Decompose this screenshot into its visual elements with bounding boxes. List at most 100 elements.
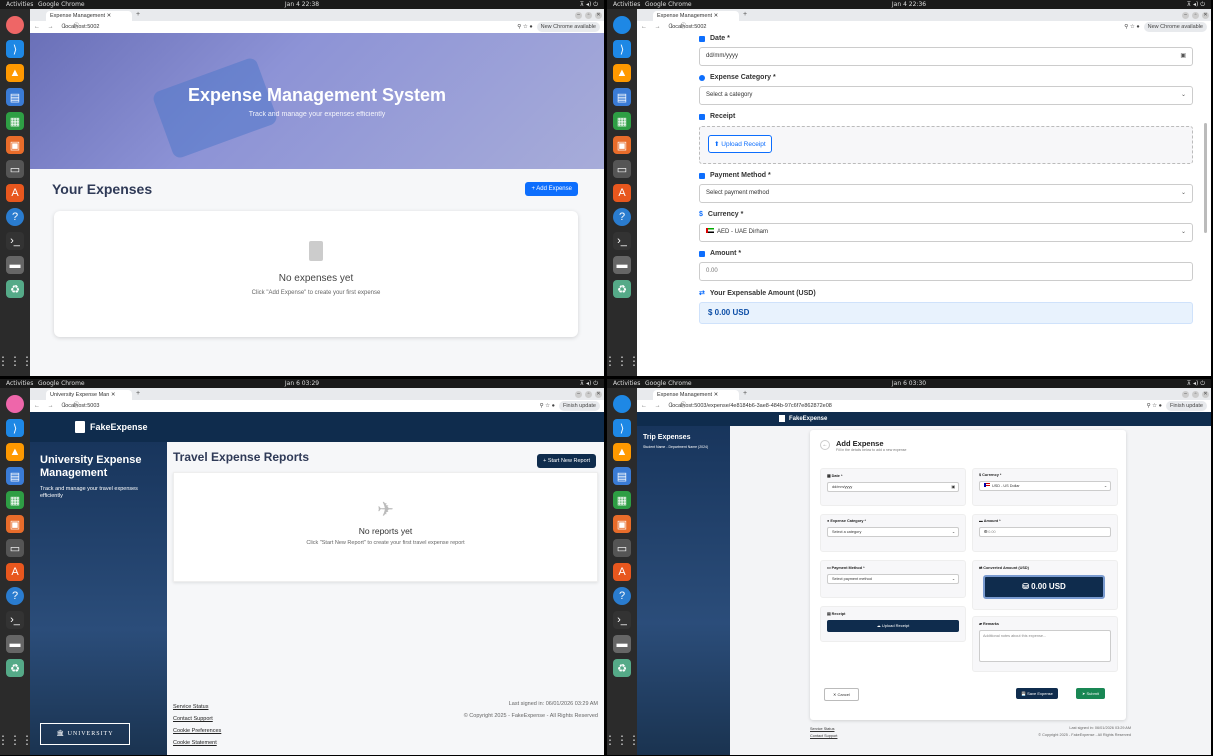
back-arrow-icon[interactable]: ← [820,440,830,450]
close-button[interactable]: ✕ [595,391,602,398]
maximize-button[interactable]: ▫ [1192,391,1199,398]
disk-icon[interactable]: ▬ [613,256,631,274]
payment-select[interactable]: Select payment method ⌄ [827,574,959,584]
tray-icons[interactable]: ⊼ ◂) ⏻ [1187,379,1205,388]
browser-tab[interactable]: Expense Management ✕ [46,11,132,21]
new-tab-button[interactable]: + [743,11,747,18]
browser-tab[interactable]: Expense Management ✕ [653,11,739,21]
update-button[interactable]: Finish update [1165,401,1207,411]
calendar-picker-icon[interactable]: ▣ [951,483,955,491]
vscode-icon[interactable]: ⟩ [6,419,24,437]
amount-input[interactable]: ⛃ 0.00 [979,527,1111,537]
scrollbar[interactable] [1204,123,1207,233]
chrome-icon[interactable] [613,16,631,34]
terminal-icon[interactable]: ›_ [613,232,631,250]
star-icon[interactable]: ☆ [523,24,528,30]
app-grid-icon[interactable]: ⋮⋮⋮ [607,731,640,749]
payment-select[interactable]: Select payment method ⌄ [699,184,1193,203]
calc-icon[interactable]: ▦ [6,112,24,130]
appstore-icon[interactable]: A [6,184,24,202]
appstore-icon[interactable]: A [6,563,24,581]
zoom-icon[interactable]: ⚲ [1124,24,1128,30]
activities-button[interactable]: Activities [6,379,33,388]
files-icon[interactable]: ▭ [6,539,24,557]
nav-icons[interactable]: ← → C ⓘ [34,400,82,412]
update-button[interactable]: Finish update [558,401,600,411]
minimize-button[interactable]: – [1182,12,1189,19]
close-button[interactable]: ✕ [595,12,602,19]
writer-icon[interactable]: ▤ [6,88,24,106]
help-icon[interactable]: ? [6,208,24,226]
amount-input[interactable]: 0.00 [699,262,1193,281]
appstore-icon[interactable]: A [613,184,631,202]
submit-button[interactable]: ➤ Submit [1076,688,1105,699]
receipt-dropzone[interactable]: ⬆ Upload Receipt [699,126,1193,164]
zoom-icon[interactable]: ⚲ [540,403,544,409]
files-icon[interactable]: ▭ [6,160,24,178]
vscode-icon[interactable]: ⟩ [613,40,631,58]
vlc-icon[interactable]: ▲ [6,64,24,82]
trash-icon[interactable]: ♻ [613,659,631,677]
category-select[interactable]: Select a category ⌄ [699,86,1193,105]
star-icon[interactable]: ☆ [1130,24,1135,30]
currency-select[interactable]: AED - UAE Dirham ⌄ [699,223,1193,242]
chrome-icon[interactable] [6,395,24,413]
minimize-button[interactable]: – [575,391,582,398]
help-icon[interactable]: ? [6,587,24,605]
writer-icon[interactable]: ▤ [613,467,631,485]
terminal-icon[interactable]: ›_ [6,611,24,629]
profile-icon[interactable]: ● [529,24,532,30]
nav-icons[interactable]: ← → C ⓘ [641,400,689,412]
impress-icon[interactable]: ▣ [613,136,631,154]
date-input[interactable]: dd/mm/yyyy ▣ [699,47,1193,66]
cookie-preferences-link[interactable]: Cookie Preferences [173,725,598,737]
url-text[interactable]: localhost:5003/expense/4e8184b6-3ae8-484… [671,403,832,409]
profile-icon[interactable]: ● [552,403,555,409]
app-grid-icon[interactable]: ⋮⋮⋮ [0,352,33,370]
vscode-icon[interactable]: ⟩ [613,419,631,437]
address-bar[interactable]: ← → C ⓘ localhost:5002 ⚲ ☆ ● New Chrome a… [637,21,1211,33]
disk-icon[interactable]: ▬ [6,256,24,274]
disk-icon[interactable]: ▬ [6,635,24,653]
trash-icon[interactable]: ♻ [6,659,24,677]
browser-tab[interactable]: Expense Management ✕ [653,390,739,400]
add-expense-button[interactable]: + Add Expense [525,182,578,196]
chrome-icon[interactable] [613,395,631,413]
nav-icons[interactable]: ← → C ⓘ [641,21,689,33]
activities-button[interactable]: Activities [613,0,640,9]
profile-icon[interactable]: ● [1159,403,1162,409]
impress-icon[interactable]: ▣ [6,136,24,154]
new-tab-button[interactable]: + [136,11,140,18]
update-button[interactable]: New Chrome available [1143,22,1207,32]
star-icon[interactable]: ☆ [545,403,550,409]
address-bar[interactable]: ← → C ⓘ localhost:5002 ⚲ ☆ ● New Chrome a… [30,21,604,33]
activities-button[interactable]: Activities [6,0,33,9]
browser-tab[interactable]: University Expense Man ✕ [46,390,132,400]
clock[interactable]: Jan 4 22:38 [285,0,319,9]
minimize-button[interactable]: – [1182,391,1189,398]
update-button[interactable]: New Chrome available [536,22,600,32]
brand-name[interactable]: FakeExpense [90,422,148,432]
brand-name[interactable]: FakeExpense [789,416,827,422]
activities-button[interactable]: Activities [613,379,640,388]
clock[interactable]: Jan 6 03:30 [892,379,926,388]
close-button[interactable]: ✕ [1202,391,1209,398]
calc-icon[interactable]: ▦ [613,112,631,130]
vscode-icon[interactable]: ⟩ [6,40,24,58]
clock[interactable]: Jan 4 22:36 [892,0,926,9]
help-icon[interactable]: ? [613,587,631,605]
tray-icons[interactable]: ⊼ ◂) ⏻ [580,0,598,9]
zoom-icon[interactable]: ⚲ [517,24,521,30]
remarks-textarea[interactable]: Additional notes about this expense... [979,630,1111,662]
upload-receipt-button[interactable]: ☁ Upload Receipt [827,620,959,632]
maximize-button[interactable]: ▫ [585,391,592,398]
tray-icons[interactable]: ⊼ ◂) ⏻ [580,379,598,388]
calendar-picker-icon[interactable]: ▣ [1180,48,1186,65]
address-bar[interactable]: ← → C ⓘ localhost:5003/expense/4e8184b6-… [637,400,1211,412]
app-grid-icon[interactable]: ⋮⋮⋮ [0,731,33,749]
cookie-statement-link[interactable]: Cookie Statement [173,737,598,749]
minimize-button[interactable]: – [575,12,582,19]
writer-icon[interactable]: ▤ [6,467,24,485]
calc-icon[interactable]: ▦ [6,491,24,509]
category-select[interactable]: Select a category ⌄ [827,527,959,537]
